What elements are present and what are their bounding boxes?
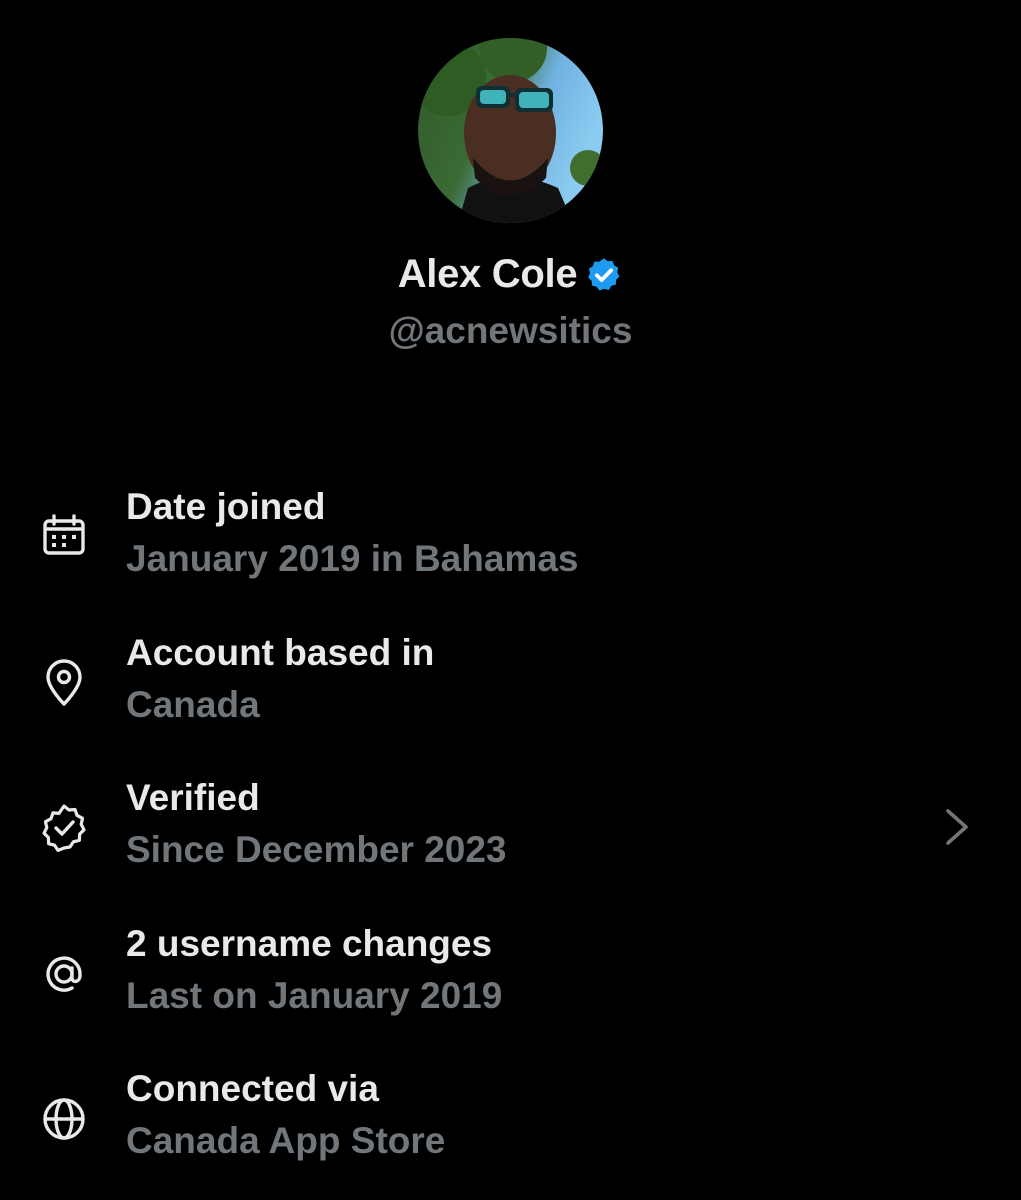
info-row-account-based-in: Account based in Canada xyxy=(0,632,1021,732)
profile-name-row: Alex Cole xyxy=(0,252,1021,297)
info-subtitle: Last on January 2019 xyxy=(126,975,503,1016)
info-subtitle: Canada xyxy=(126,684,260,725)
verified-badge-icon xyxy=(38,801,92,855)
info-row-username-changes: 2 username changes Last on January 2019 xyxy=(0,923,1021,1023)
avatar-photo xyxy=(418,38,603,223)
info-title: Date joined xyxy=(126,486,326,527)
info-subtitle: Since December 2023 xyxy=(126,829,507,870)
info-row-connected-via: Connected via Canada App Store xyxy=(0,1068,1021,1168)
info-title: Account based in xyxy=(126,632,435,673)
profile-handle: @acnewsitics xyxy=(388,310,633,351)
chevron-right-icon[interactable] xyxy=(940,805,976,849)
avatar[interactable] xyxy=(418,38,603,223)
calendar-icon xyxy=(38,510,92,564)
info-title: Verified xyxy=(126,777,260,818)
location-pin-icon xyxy=(38,656,92,710)
at-sign-icon xyxy=(38,947,92,1001)
info-title: Connected via xyxy=(126,1068,379,1109)
info-subtitle: Canada App Store xyxy=(126,1120,446,1161)
info-subtitle: January 2019 in Bahamas xyxy=(126,538,579,579)
verified-check-icon[interactable] xyxy=(585,256,623,294)
display-name: Alex Cole xyxy=(397,252,578,296)
info-row-verified[interactable]: Verified Since December 2023 xyxy=(0,777,1021,877)
globe-icon xyxy=(38,1092,92,1146)
info-row-date-joined: Date joined January 2019 in Bahamas xyxy=(0,486,1021,586)
info-title: 2 username changes xyxy=(126,923,493,964)
